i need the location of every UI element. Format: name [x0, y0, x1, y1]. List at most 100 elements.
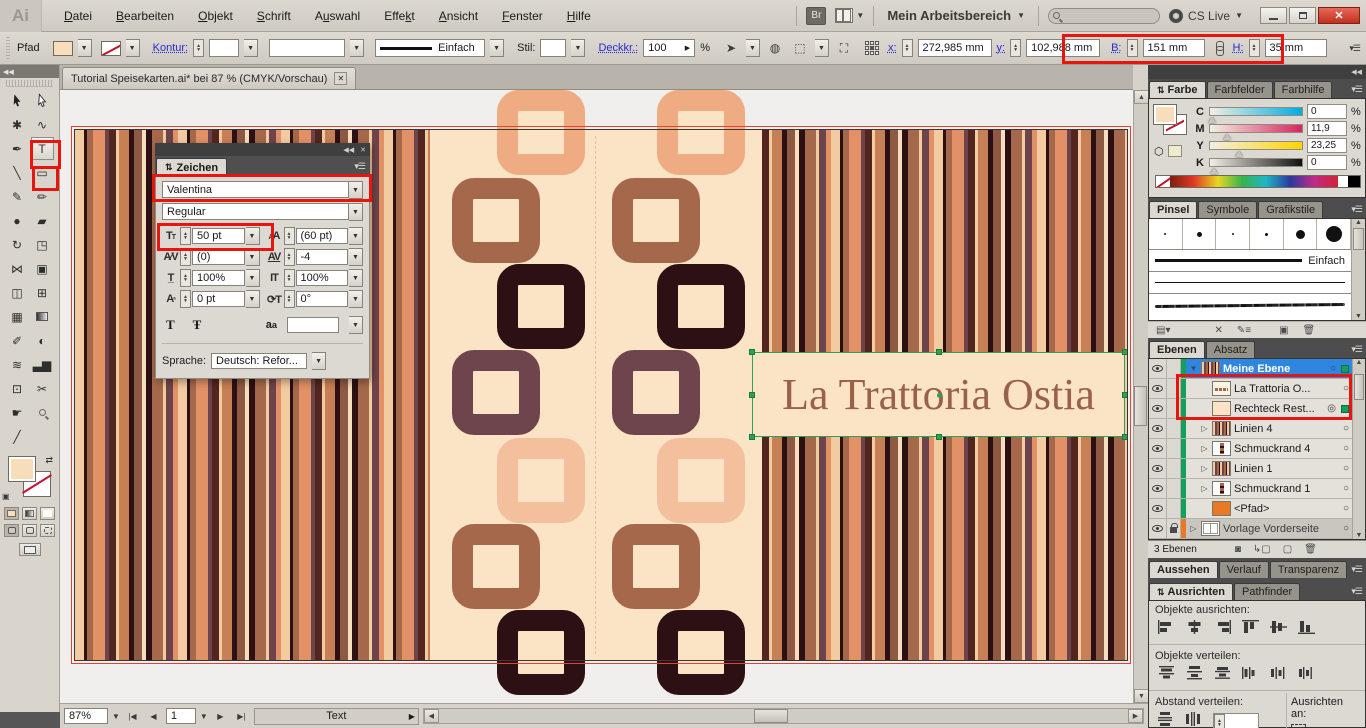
style-field[interactable]	[540, 39, 566, 57]
draw-behind-button[interactable]	[22, 524, 37, 537]
panel-menu-icon[interactable]: ▾☰	[1349, 43, 1360, 54]
new-layer-icon[interactable]: ▢	[1283, 544, 1292, 555]
selection-handle[interactable]	[749, 349, 755, 355]
menu-effekt[interactable]: Effekt	[372, 5, 426, 27]
calligraphic-brush-cell[interactable]	[1317, 219, 1351, 249]
zoom-tool[interactable]	[31, 401, 54, 424]
v-scale-stepper[interactable]: ▲▼	[284, 269, 295, 287]
panel-menu-icon[interactable]: ▾☰	[349, 161, 370, 176]
layer-target-icon[interactable]: ◎	[1327, 403, 1336, 414]
channel-slider[interactable]	[1209, 158, 1303, 167]
layer-expander-icon[interactable]: ▷	[1200, 444, 1209, 453]
menu-bearbeiten[interactable]: Bearbeiten	[104, 5, 186, 27]
x-field[interactable]: 272,985 mm	[918, 39, 992, 57]
calligraphic-brush-cell[interactable]	[1284, 219, 1318, 249]
free-transform-tool[interactable]: ▣	[31, 257, 54, 280]
search-input[interactable]	[1048, 8, 1160, 24]
layer-row[interactable]: La Trattoria O...○	[1149, 379, 1352, 399]
v-scale-dropdown-icon[interactable]: ▼	[349, 269, 363, 287]
zoom-level-field[interactable]: 87%	[64, 708, 108, 724]
eraser-tool[interactable]: ▰	[31, 209, 54, 232]
color-spectrum-bar[interactable]	[1155, 175, 1361, 188]
scroll-up-icon[interactable]: ▲	[1134, 90, 1149, 104]
slider-marker-icon[interactable]	[1210, 168, 1218, 174]
align-tab-pathfinder[interactable]: Pathfinder	[1234, 583, 1300, 600]
symbol-sprayer-tool[interactable]: ≋	[6, 353, 29, 376]
pen-tool[interactable]: ✒	[6, 137, 29, 160]
fill-color-dropdown[interactable]: ▼	[78, 39, 92, 57]
stroke-style-dropdown[interactable]: ▼	[490, 39, 504, 57]
close-document-icon[interactable]: ✕	[334, 72, 347, 85]
brushes-tab-grafikstile[interactable]: Grafikstile	[1258, 201, 1323, 218]
align-vertical-middle-button[interactable]	[1269, 619, 1288, 638]
char-rotation-control[interactable]: ⟳T ▲▼ 0° ▼	[266, 290, 364, 308]
collapse-dock-button[interactable]: ◀◀	[1148, 65, 1366, 79]
select-similar-icon[interactable]: ➤	[721, 39, 741, 57]
none-button[interactable]	[40, 507, 55, 520]
opacity-link[interactable]: Deckkr.:	[598, 42, 638, 54]
layer-row-main[interactable]: ▷Schmuckrand 4○	[1186, 439, 1352, 458]
arrange-documents-button[interactable]: ▼	[835, 8, 864, 23]
align-horizontal-right-button[interactable]	[1213, 619, 1232, 638]
appearance-tab-transparenz[interactable]: Transparenz	[1270, 561, 1347, 578]
selection-handle[interactable]	[936, 434, 942, 440]
calligraphic-brush-cell[interactable]	[1216, 219, 1250, 249]
layers-tab-absatz[interactable]: Absatz	[1206, 341, 1256, 358]
language-field[interactable]: Deutsch: Refor...	[211, 353, 307, 369]
stroke-weight-dropdown[interactable]: ▼	[244, 39, 258, 57]
align-horizontal-center-button[interactable]	[1185, 619, 1204, 638]
calligraphic-brush-cell[interactable]	[1250, 219, 1284, 249]
kerning-dropdown-icon[interactable]: ▼	[246, 248, 260, 266]
next-artboard-icon[interactable]: ▶	[212, 708, 229, 724]
color-button[interactable]	[4, 507, 19, 520]
channel-slider[interactable]	[1209, 124, 1303, 133]
layer-target-icon[interactable]: ○	[1343, 443, 1349, 454]
color-tab-farbhilfe[interactable]: Farbhilfe	[1274, 81, 1333, 98]
direct-selection-tool[interactable]	[31, 89, 54, 112]
first-artboard-icon[interactable]: |◀	[124, 708, 141, 724]
visibility-toggle[interactable]	[1149, 519, 1167, 538]
close-button[interactable]: ✕	[1318, 7, 1360, 24]
draw-normal-button[interactable]	[4, 524, 19, 537]
make-clipping-mask-icon[interactable]: ◙	[1235, 544, 1241, 555]
appearance-tab-verlauf[interactable]: Verlauf	[1219, 561, 1269, 578]
layer-target-icon[interactable]: ○	[1343, 383, 1349, 394]
gradient-tool[interactable]	[31, 305, 54, 328]
pencil-tool[interactable]: ✏	[31, 185, 54, 208]
perspective-grid-tool[interactable]: ⊞	[31, 281, 54, 304]
paintbrush-tool[interactable]: ✎	[6, 185, 29, 208]
slider-marker-icon[interactable]	[1223, 134, 1231, 140]
distribute-bottom-button[interactable]	[1213, 665, 1232, 684]
width-tool[interactable]: ⋈	[6, 257, 29, 280]
rotate-tool[interactable]: ↻	[6, 233, 29, 256]
layer-expander-icon[interactable]: ▷	[1200, 464, 1209, 473]
out-of-web-icon[interactable]: ⬡	[1154, 145, 1164, 158]
layer-row[interactable]: Rechteck Rest...◎	[1149, 399, 1352, 419]
collapse-toolbar-button[interactable]: ◀◀	[0, 65, 59, 78]
distribute-top-button[interactable]	[1157, 665, 1176, 684]
panel-menu-icon[interactable]: ▾☰	[1347, 84, 1366, 98]
close-panel-icon[interactable]: ✕	[360, 146, 366, 154]
brush-charcoal-row[interactable]	[1149, 294, 1351, 316]
layer-expander-icon[interactable]: ▷	[1189, 524, 1198, 533]
magic-wand-tool[interactable]: ✱	[6, 113, 29, 136]
scroll-right-icon[interactable]: ▶	[1128, 709, 1143, 723]
vertical-scale-control[interactable]: IT ▲▼ 100% ▼	[266, 269, 364, 287]
layers-scrollbar[interactable]: ▲ ▼	[1352, 359, 1365, 539]
font-family-combo[interactable]: Valentina ▼	[162, 181, 363, 199]
last-artboard-icon[interactable]: ▶|	[233, 708, 250, 724]
align-tab-ausrichten[interactable]: ⇅Ausrichten	[1149, 583, 1233, 600]
character-panel-header[interactable]: ◀◀ ✕	[155, 143, 370, 156]
width-link[interactable]: B:	[1111, 42, 1121, 54]
lock-toggle[interactable]	[1167, 479, 1181, 498]
link-dimensions-icon[interactable]	[1214, 41, 1224, 55]
baseline-dropdown-icon[interactable]: ▼	[246, 290, 260, 308]
document-tab[interactable]: Tutorial Speisekarten.ai* bei 87 % (CMYK…	[62, 67, 356, 89]
horizontal-scrollbar[interactable]: ◀ ▶	[423, 708, 1144, 724]
default-fill-stroke-icon[interactable]: ▣	[2, 492, 10, 501]
layer-target-icon[interactable]: ○	[1343, 503, 1349, 514]
brushes-tab-symbole[interactable]: Symbole	[1198, 201, 1257, 218]
brushes-scrollbar[interactable]: ▲ ▼	[1351, 219, 1365, 320]
stroke-color-swatch[interactable]	[101, 41, 121, 56]
color-tab-farbfelder[interactable]: Farbfelder	[1207, 81, 1273, 98]
